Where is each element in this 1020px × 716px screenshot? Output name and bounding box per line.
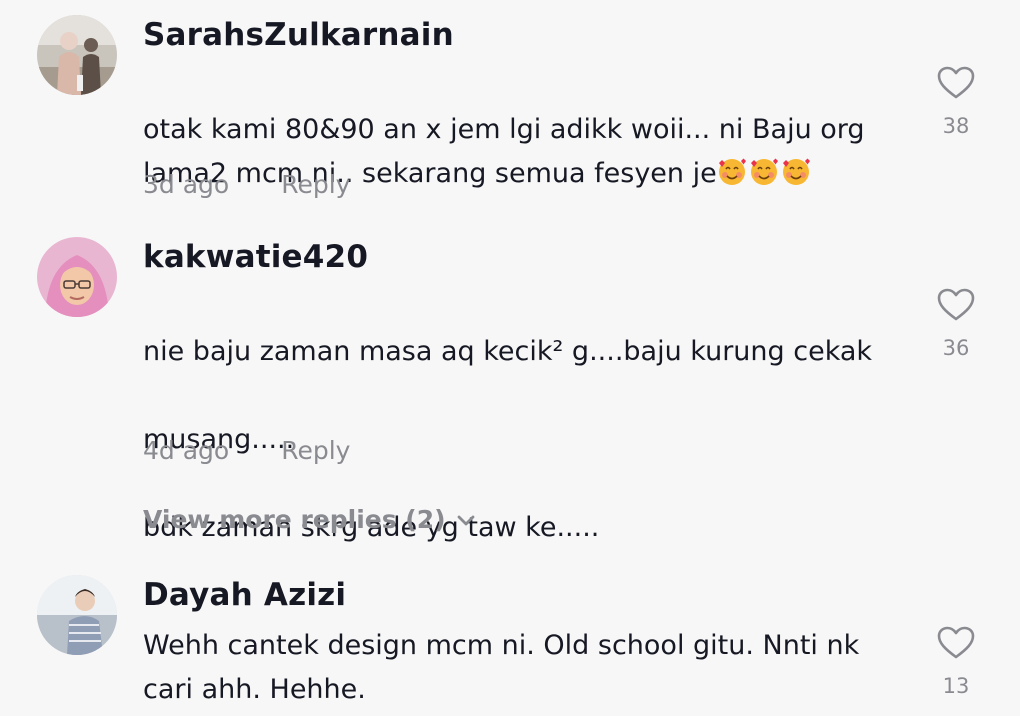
view-more-replies-label: View more replies (2) xyxy=(143,505,446,534)
view-more-replies-button[interactable]: View more replies (2) xyxy=(143,505,476,534)
chevron-down-icon xyxy=(457,515,474,526)
smiling-face-with-hearts-icon xyxy=(750,158,778,185)
like-count: 36 xyxy=(942,336,970,360)
avatar[interactable] xyxy=(37,15,117,95)
avatar[interactable] xyxy=(37,575,117,655)
comment-username[interactable]: kakwatie420 xyxy=(143,239,368,275)
heart-outline-icon[interactable] xyxy=(937,288,975,322)
like-count: 38 xyxy=(942,114,970,138)
comment-username[interactable]: SarahsZulkarnain xyxy=(143,17,454,53)
comment-meta: 3d ago Reply xyxy=(143,170,350,199)
comment-meta: 4d ago Reply xyxy=(143,436,350,465)
like-button[interactable]: 36 xyxy=(933,288,979,360)
comment-username[interactable]: Dayah Azizi xyxy=(143,577,346,613)
like-count: 13 xyxy=(942,674,970,698)
like-button[interactable]: 38 xyxy=(933,66,979,138)
like-button[interactable]: 13 xyxy=(933,626,979,698)
heart-outline-icon[interactable] xyxy=(937,626,975,660)
heart-outline-icon[interactable] xyxy=(937,66,975,100)
smiling-face-with-hearts-icon xyxy=(782,158,810,185)
comment-timestamp: 4d ago xyxy=(143,436,230,465)
comment-text: Wehh cantek design mcm ni. Old school gi… xyxy=(143,630,860,705)
comment-timestamp: 3d ago xyxy=(143,170,230,199)
comment-text-line: nie baju zaman masa aq kecik² g....baju … xyxy=(143,336,873,367)
reply-button[interactable]: Reply xyxy=(281,170,350,199)
avatar[interactable] xyxy=(37,237,117,317)
smiling-face-with-hearts-icon xyxy=(718,158,746,185)
reply-button[interactable]: Reply xyxy=(281,436,350,465)
